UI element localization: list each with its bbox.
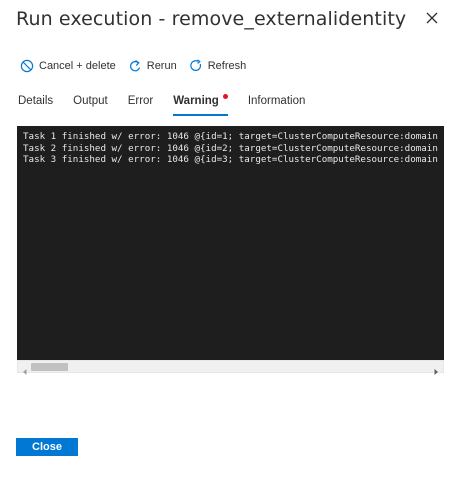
- rerun-icon: [128, 59, 142, 73]
- console-line: Task 1 finished w/ error: 1046 @{id=1; t…: [23, 131, 438, 142]
- tab-information-label: Information: [247, 95, 306, 107]
- close-button[interactable]: Close: [16, 438, 78, 456]
- panel-title: Run execution - remove_externalidentity: [16, 8, 407, 30]
- tab-information[interactable]: Information: [248, 90, 306, 114]
- horizontal-scrollbar[interactable]: [17, 360, 444, 375]
- close-icon[interactable]: [422, 8, 442, 28]
- command-bar: Cancel + delete Rerun Refresh: [20, 55, 258, 77]
- tab-details-label: Details: [18, 95, 54, 107]
- tab-warning[interactable]: Warning: [173, 90, 228, 116]
- refresh-icon: [189, 59, 203, 73]
- cancel-icon: [20, 59, 34, 73]
- tab-bar: Details Output Error Warning Information: [18, 90, 325, 116]
- tab-output[interactable]: Output: [73, 90, 108, 114]
- tab-error-label: Error: [127, 95, 154, 107]
- refresh-button[interactable]: Refresh: [189, 59, 247, 73]
- tab-output-label: Output: [73, 95, 108, 107]
- scroll-left-arrow-icon[interactable]: [21, 363, 29, 375]
- rerun-button[interactable]: Rerun: [128, 59, 177, 73]
- cancel-delete-label: Cancel + delete: [39, 60, 116, 72]
- scroll-right-arrow-icon[interactable]: [432, 363, 440, 375]
- warning-output-console[interactable]: Task 1 finished w/ error: 1046 @{id=1; t…: [17, 126, 444, 360]
- warning-indicator-dot: [222, 94, 228, 99]
- refresh-label: Refresh: [207, 60, 247, 72]
- run-execution-panel: Run execution - remove_externalidentity …: [0, 0, 460, 481]
- rerun-label: Rerun: [146, 60, 177, 72]
- tab-warning-label: Warning: [173, 95, 219, 107]
- tab-error[interactable]: Error: [128, 90, 154, 114]
- console-line: Task 3 finished w/ error: 1046 @{id=3; t…: [23, 154, 438, 165]
- tab-details[interactable]: Details: [18, 90, 53, 114]
- console-line: Task 2 finished w/ error: 1046 @{id=2; t…: [23, 142, 438, 154]
- scrollbar-thumb[interactable]: [31, 363, 68, 371]
- cancel-delete-button[interactable]: Cancel + delete: [20, 59, 116, 73]
